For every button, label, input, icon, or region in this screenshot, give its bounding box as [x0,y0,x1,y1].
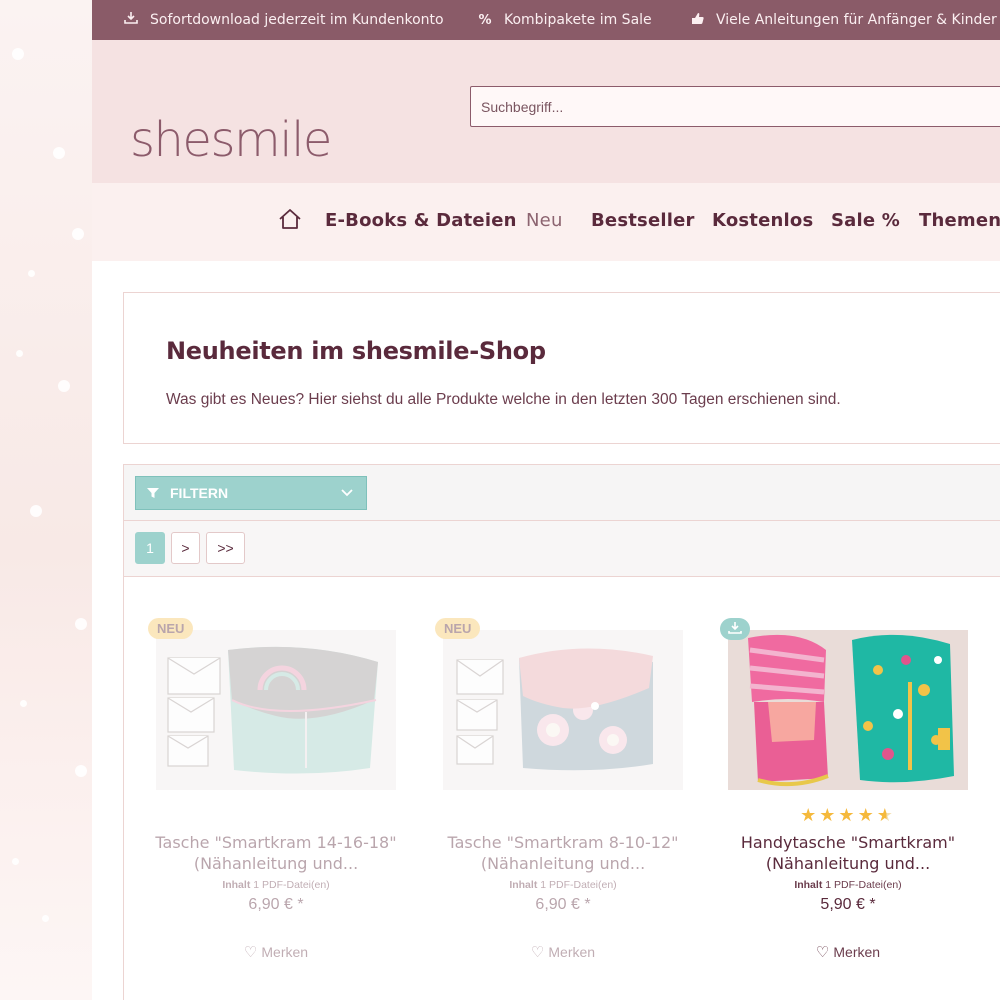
filter-bar: FILTERN [124,465,1000,521]
nav-item-bestseller[interactable]: Bestseller [591,210,695,231]
usp-sale: % Kombipakete im Sale [476,12,652,28]
star-icon: ★ [819,805,839,826]
product-price: 6,90 € * [248,896,304,913]
product-card[interactable]: ★★★★★ Handytasche "Smartkram" (Nähanleit… [695,618,968,1000]
half-star-icon: ★ [876,805,896,826]
nav-item-sale[interactable]: Sale % [831,210,900,231]
nav-item-ebooks[interactable]: E-Books & Dateien [325,210,517,231]
download-icon [728,621,742,638]
heart-icon: ♡ [243,944,258,961]
wishlist-button[interactable]: ♡ Merken [443,943,683,961]
product-price: 6,90 € * [535,896,591,913]
product-content: Inhalt 1 PDF-Datei(en) [443,879,683,891]
rating-stars: ★★★★★ [728,805,968,826]
page-description: Was gibt es Neues? Hier siehst du alle P… [166,391,841,408]
product-content: Inhalt 1 PDF-Datei(en) [728,879,968,891]
filter-button[interactable]: FILTERN [135,476,367,510]
star-icon: ★ [857,805,877,826]
product-price: 5,90 € * [820,896,876,913]
product-title-line-1: Tasche "Smartkram 8-10-12" [447,833,679,852]
home-icon[interactable] [278,207,302,231]
filter-label: FILTERN [170,485,229,501]
wishlist-button[interactable]: ♡ Merken [728,943,968,961]
page: Sofortdownload jederzeit im Kundenkonto … [92,0,1000,1000]
content-value: 1 PDF-Datei(en) [253,879,330,891]
main-navigation: E-Books & Dateien Neu Bestseller Kostenl… [92,183,1000,261]
content-value: 1 PDF-Datei(en) [825,879,902,891]
page-title: Neuheiten im shesmile-Shop [166,337,546,365]
download-icon [122,11,140,29]
content-label: Inhalt [222,879,251,891]
nav-item-neu[interactable]: Neu [526,210,563,231]
product-image[interactable] [443,630,683,790]
product-content: Inhalt 1 PDF-Datei(en) [156,879,396,891]
usp-download-label: Sofortdownload jederzeit im Kundenkonto [150,12,444,28]
chevron-down-icon [340,485,354,499]
product-image[interactable] [156,630,396,790]
heart-icon: ♡ [815,944,830,961]
usp-sale-label: Kombipakete im Sale [504,12,652,28]
heart-icon: ♡ [530,944,545,961]
download-badge [720,618,750,640]
thumbs-up-icon [688,12,706,29]
usp-download: Sofortdownload jederzeit im Kundenkonto [122,11,444,29]
product-image[interactable] [728,630,968,790]
product-title[interactable]: Handytasche "Smartkram" (Nähanleitung un… [708,832,988,874]
wishlist-label: Merken [833,944,881,960]
percent-icon: % [478,12,492,28]
product-title-line-2: (Nähanleitung und... [193,854,359,873]
product-title[interactable]: Tasche "Smartkram 8-10-12" (Nähanleitung… [423,832,703,874]
product-title-line-2: (Nähanleitung und... [765,854,931,873]
star-icon: ★ [838,805,858,826]
content-value: 1 PDF-Datei(en) [540,879,617,891]
usp-beginners-label: Viele Anleitungen für Anfänger & Kinder [716,12,997,28]
top-info-bar: Sofortdownload jederzeit im Kundenkonto … [92,0,1000,40]
product-card[interactable]: NEU Tasche "Smartkram 8-10-12" (Nähanlei… [410,618,683,1000]
last-page-button[interactable]: >> [206,532,245,564]
star-icon: ★ [800,805,820,826]
intro-box: Neuheiten im shesmile-Shop Was gibt es N… [123,292,1000,444]
page-1-button[interactable]: 1 [135,532,165,564]
search-input[interactable] [470,86,1000,127]
nav-item-kostenlos[interactable]: Kostenlos [712,210,813,231]
wishlist-button[interactable]: ♡ Merken [156,943,396,961]
next-page-button[interactable]: > [171,532,200,564]
wishlist-label: Merken [548,944,596,960]
new-badge: NEU [435,618,481,639]
product-title-line-2: (Nähanleitung und... [480,854,646,873]
filter-icon [146,486,160,500]
decorative-background [0,0,92,1000]
pagination-bar: 1 > >> [124,521,1000,577]
content-label: Inhalt [794,879,823,891]
new-badge: NEU [148,618,194,639]
product-card[interactable]: NEU Tasche "Smartkram 14-16-18" (Nähanle… [123,618,397,1000]
product-title-line-1: Handytasche "Smartkram" [740,833,956,852]
usp-beginners: Viele Anleitungen für Anfänger & Kinder [688,12,997,29]
nav-item-themenwelten[interactable]: Themenw [919,210,1000,231]
product-title[interactable]: Tasche "Smartkram 14-16-18" (Nähanleitun… [136,832,416,874]
wishlist-label: Merken [261,944,309,960]
shop-logo[interactable]: shesmile [130,112,332,168]
product-title-line-1: Tasche "Smartkram 14-16-18" [155,833,397,852]
content-label: Inhalt [509,879,538,891]
header: shesmile [92,40,1000,183]
